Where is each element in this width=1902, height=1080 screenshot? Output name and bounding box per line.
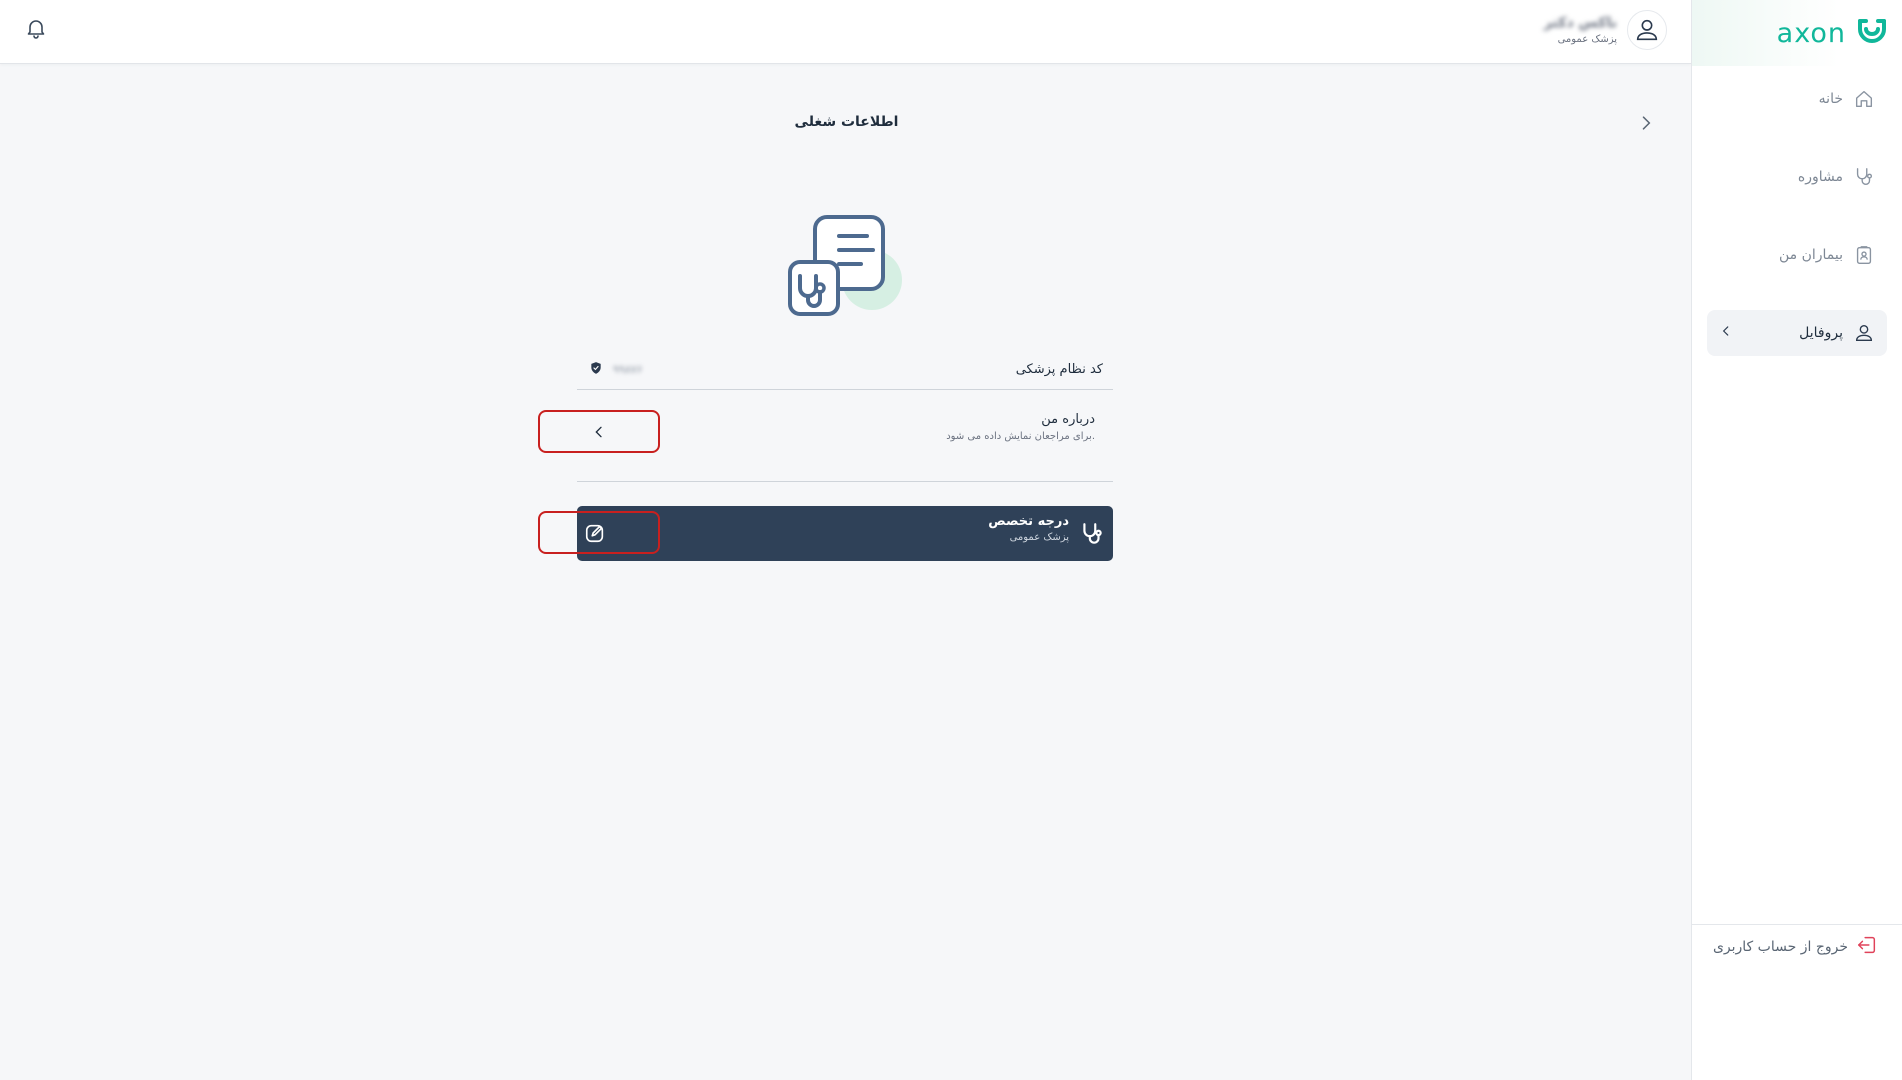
chevron-left-icon (1719, 324, 1733, 342)
shield-check-icon (589, 361, 603, 378)
sidebar-item-consultation[interactable]: مشاوره (1707, 154, 1887, 200)
page-title: اطلاعات شغلی (794, 114, 899, 130)
medical-code-row: ۹۹۸۷۶ کد نظام پزشکی (577, 350, 1113, 390)
top-header: ناکس دکتر پزشک عمومی (0, 0, 1691, 64)
edit-specialty-button[interactable] (538, 511, 660, 554)
specialty-title: درجه تخصص (988, 514, 1069, 529)
logout-icon (1856, 934, 1878, 960)
specialty-card: درجه تخصص پزشک عمومی (538, 506, 1113, 561)
home-icon (1853, 88, 1875, 110)
sidebar-item-my-patients[interactable]: بیماران من (1707, 232, 1887, 278)
about-me-description: برای مراجعان نمایش داده می شود. (946, 431, 1095, 442)
sidebar-nav: خانه مشاوره بیماران من پروفایل (1692, 76, 1902, 356)
sidebar-item-label: پروفایل (1799, 325, 1843, 341)
sidebar-item-label: خانه (1818, 91, 1843, 107)
divider (1691, 924, 1902, 925)
axon-logo-icon (1856, 16, 1888, 50)
user-role: پزشک عمومی (1557, 34, 1617, 45)
edit-icon (585, 524, 604, 542)
back-chevron-icon[interactable] (1636, 113, 1656, 133)
sidebar-item-profile[interactable]: پروفایل (1707, 310, 1887, 356)
about-me-open-button[interactable] (538, 410, 660, 453)
sidebar-item-label: مشاوره (1797, 169, 1843, 185)
stethoscope-icon (1853, 166, 1875, 188)
sidebar-item-label: بیماران من (1778, 247, 1843, 263)
bell-icon[interactable] (24, 16, 48, 40)
medical-code-value: ۹۹۸۷۶ (613, 363, 643, 376)
user-menu[interactable]: ناکس دکتر پزشک عمومی (1544, 10, 1667, 50)
user-name: ناکس دکتر (1543, 15, 1617, 31)
sidebar-item-home[interactable]: خانه (1707, 76, 1887, 122)
about-me-row: درباره من برای مراجعان نمایش داده می شود… (538, 408, 1113, 482)
sidebar: axon خانه مشاوره بیماران من پروفایل خروج… (1691, 0, 1902, 1080)
stethoscope-icon (1079, 521, 1105, 547)
chevron-left-icon (595, 426, 602, 437)
specialty-value: پزشک عمومی (1009, 532, 1069, 543)
user-icon (1853, 322, 1875, 344)
logout-label: خروج از حساب کاربری (1712, 939, 1848, 955)
job-info-illustration-icon (787, 212, 902, 322)
medical-code-value-group: ۹۹۸۷۶ (589, 361, 643, 378)
about-me-title: درباره من (1041, 412, 1095, 427)
avatar[interactable] (1627, 10, 1667, 50)
brand-logo[interactable]: axon (1692, 0, 1902, 66)
patients-clipboard-icon (1853, 244, 1875, 266)
logout-button[interactable]: خروج از حساب کاربری (1713, 934, 1878, 960)
brand-name: axon (1776, 17, 1846, 49)
medical-code-label: کد نظام پزشکی (1015, 362, 1103, 377)
